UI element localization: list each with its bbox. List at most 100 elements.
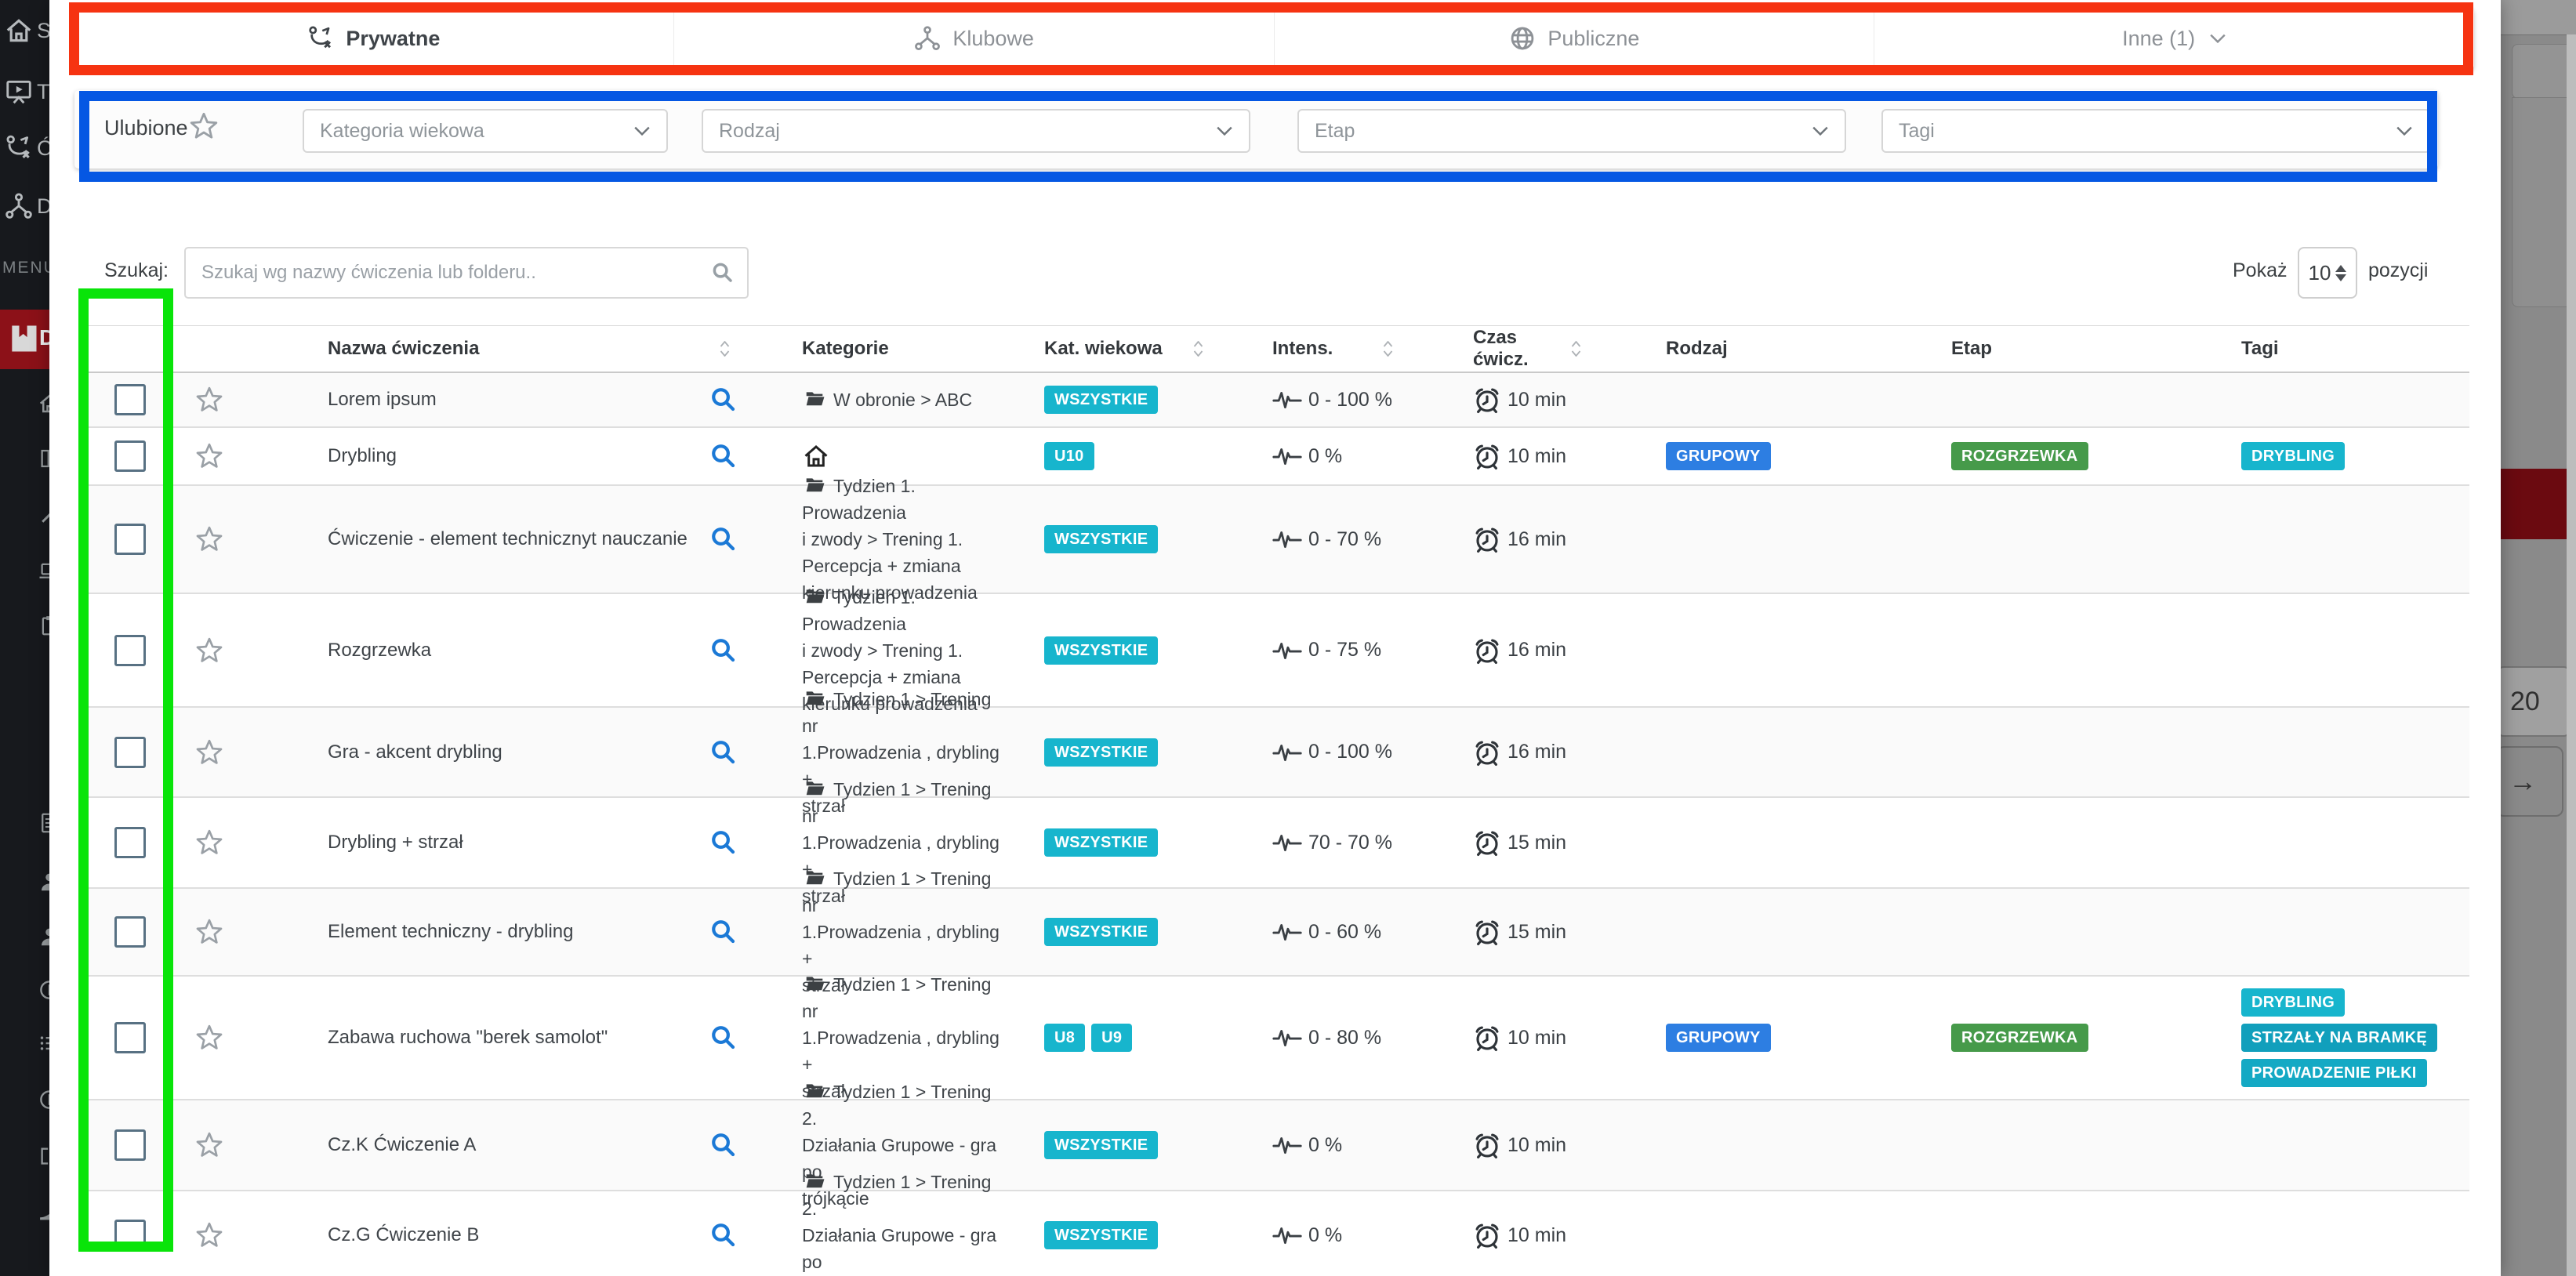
list-icon[interactable] [38, 1031, 49, 1055]
filter-placeholder: Kategoria wiekowa [320, 120, 484, 143]
wrench-icon[interactable] [38, 503, 49, 527]
chevron-down-icon [633, 125, 651, 136]
row-checkbox[interactable] [114, 384, 146, 415]
laptop-icon[interactable] [38, 559, 49, 582]
sidebar-item-label: Ć [37, 136, 49, 161]
clock-icon [1473, 918, 1501, 946]
sidebar-item-label: D [39, 325, 49, 350]
row-checkbox[interactable] [114, 440, 146, 472]
person-icon[interactable] [38, 925, 49, 948]
preview-icon[interactable] [709, 386, 738, 414]
filter-rodzaj[interactable]: Rodzaj [702, 109, 1250, 153]
shoe-icon[interactable] [38, 1201, 49, 1224]
home-icon[interactable] [38, 392, 49, 415]
preview-icon[interactable] [709, 1221, 738, 1249]
favorite-star-icon[interactable] [194, 524, 224, 554]
row-checkbox[interactable] [114, 737, 146, 768]
chevron-down-icon [1216, 125, 1233, 136]
person-icon[interactable] [38, 870, 49, 894]
scrollbar[interactable] [2567, 34, 2576, 1276]
intensity-value: 0 - 70 % [1308, 528, 1381, 551]
page-size-stepper[interactable]: 10 [2298, 247, 2357, 299]
preview-icon[interactable] [709, 636, 738, 665]
favorite-star-icon[interactable] [194, 828, 224, 857]
folder-icon [802, 585, 827, 606]
sidebar-item-label: T [37, 80, 49, 104]
visibility-tabs: Prywatne Klubowe Publiczne Inne (1) [74, 8, 2474, 70]
tab-publiczne[interactable]: Publiczne [1274, 8, 1874, 69]
favorite-star-icon[interactable] [194, 1023, 224, 1053]
favorite-star-icon[interactable] [194, 738, 224, 767]
col-header-name[interactable]: Nazwa ćwiczenia [328, 338, 479, 360]
row-checkbox[interactable] [114, 1220, 146, 1251]
sort-icon[interactable] [1569, 338, 1583, 360]
tactics-icon [4, 133, 34, 163]
table-row: Element techniczny - drybling Tydzien 1 … [79, 889, 2469, 977]
clock-icon[interactable] [38, 1088, 49, 1111]
favorite-star-icon[interactable] [194, 1220, 224, 1250]
folder-icon [802, 867, 827, 887]
preview-icon[interactable] [709, 525, 738, 553]
tab-prywatne[interactable]: Prywatne [74, 8, 673, 69]
row-checkbox[interactable] [114, 1022, 146, 1053]
favorite-star-icon[interactable] [194, 636, 224, 665]
sidebar-item-label: S [37, 19, 49, 43]
time-value: 16 min [1508, 528, 1566, 551]
favorites-star-icon[interactable] [188, 111, 220, 142]
document-icon[interactable] [38, 811, 49, 835]
row-checkbox[interactable] [114, 916, 146, 948]
favorite-star-icon[interactable] [194, 441, 224, 471]
row-checkbox[interactable] [114, 635, 146, 666]
folder-icon [802, 388, 827, 408]
sort-icon[interactable] [718, 338, 731, 360]
tactics-icon [307, 24, 335, 53]
category-path: Tydzien 1 > Trening 2. Działania Grupowe… [802, 1169, 1000, 1276]
tag-badge: STRZAŁY NA BRAMKĘ [2241, 1024, 2437, 1052]
stepper-arrows-icon[interactable] [2335, 265, 2346, 281]
filter-etap[interactable]: Etap [1297, 109, 1846, 153]
preview-icon[interactable] [709, 442, 738, 470]
row-checkbox[interactable] [114, 524, 146, 555]
filter-tagi[interactable]: Tagi [1881, 109, 2430, 153]
sort-icon[interactable] [1192, 338, 1205, 360]
sidebar-item-c[interactable]: Ć [0, 127, 49, 177]
book-icon[interactable] [38, 447, 49, 470]
filter-kategoria-wiekowa[interactable]: Kategoria wiekowa [303, 109, 668, 153]
sidebar-item-d[interactable]: D [0, 185, 49, 235]
preview-icon[interactable] [709, 1131, 738, 1159]
age-badge: WSZYSTKIE [1044, 636, 1158, 665]
exercise-table: Nazwa ćwiczenia Kategorie Kat. wiekowa I… [79, 325, 2469, 1276]
network-icon [4, 191, 34, 221]
exercise-name: Drybling [328, 445, 397, 467]
sidebar-item-label: D [37, 194, 49, 219]
tag-badge: PROWADZENIE PIŁKI [2241, 1059, 2427, 1087]
favorite-star-icon[interactable] [194, 1130, 224, 1160]
time-value: 10 min [1508, 1027, 1566, 1049]
preview-icon[interactable] [709, 738, 738, 767]
sort-icon[interactable] [1381, 338, 1395, 360]
home-icon [4, 16, 34, 45]
tab-inne[interactable]: Inne (1) [1874, 8, 2474, 69]
col-header-time[interactable]: Czas ćwicz. [1473, 327, 1569, 371]
clock-icon [1473, 1024, 1501, 1052]
tab-klubowe[interactable]: Klubowe [673, 8, 1274, 69]
page-size-suffix: pozycji [2368, 259, 2428, 282]
row-checkbox[interactable] [114, 827, 146, 858]
preview-icon[interactable] [709, 828, 738, 857]
preview-icon[interactable] [709, 1024, 738, 1052]
sidebar-item-active[interactable]: D [0, 310, 49, 369]
age-badge: WSZYSTKIE [1044, 386, 1158, 414]
clock-icon [1473, 828, 1501, 857]
sidebar-item-t[interactable]: T [0, 71, 49, 121]
row-checkbox[interactable] [114, 1129, 146, 1161]
favorite-star-icon[interactable] [194, 917, 224, 947]
favorite-star-icon[interactable] [194, 385, 224, 415]
sidebar-item-s[interactable]: S [0, 9, 49, 60]
col-header-intensity[interactable]: Intens. [1272, 338, 1333, 360]
dollar-icon[interactable] [38, 978, 49, 1002]
clipboard-icon[interactable] [38, 614, 49, 637]
preview-icon[interactable] [709, 918, 738, 946]
logout-icon[interactable] [38, 1144, 49, 1168]
col-header-age[interactable]: Kat. wiekowa [1044, 338, 1163, 360]
search-input[interactable] [186, 262, 711, 284]
